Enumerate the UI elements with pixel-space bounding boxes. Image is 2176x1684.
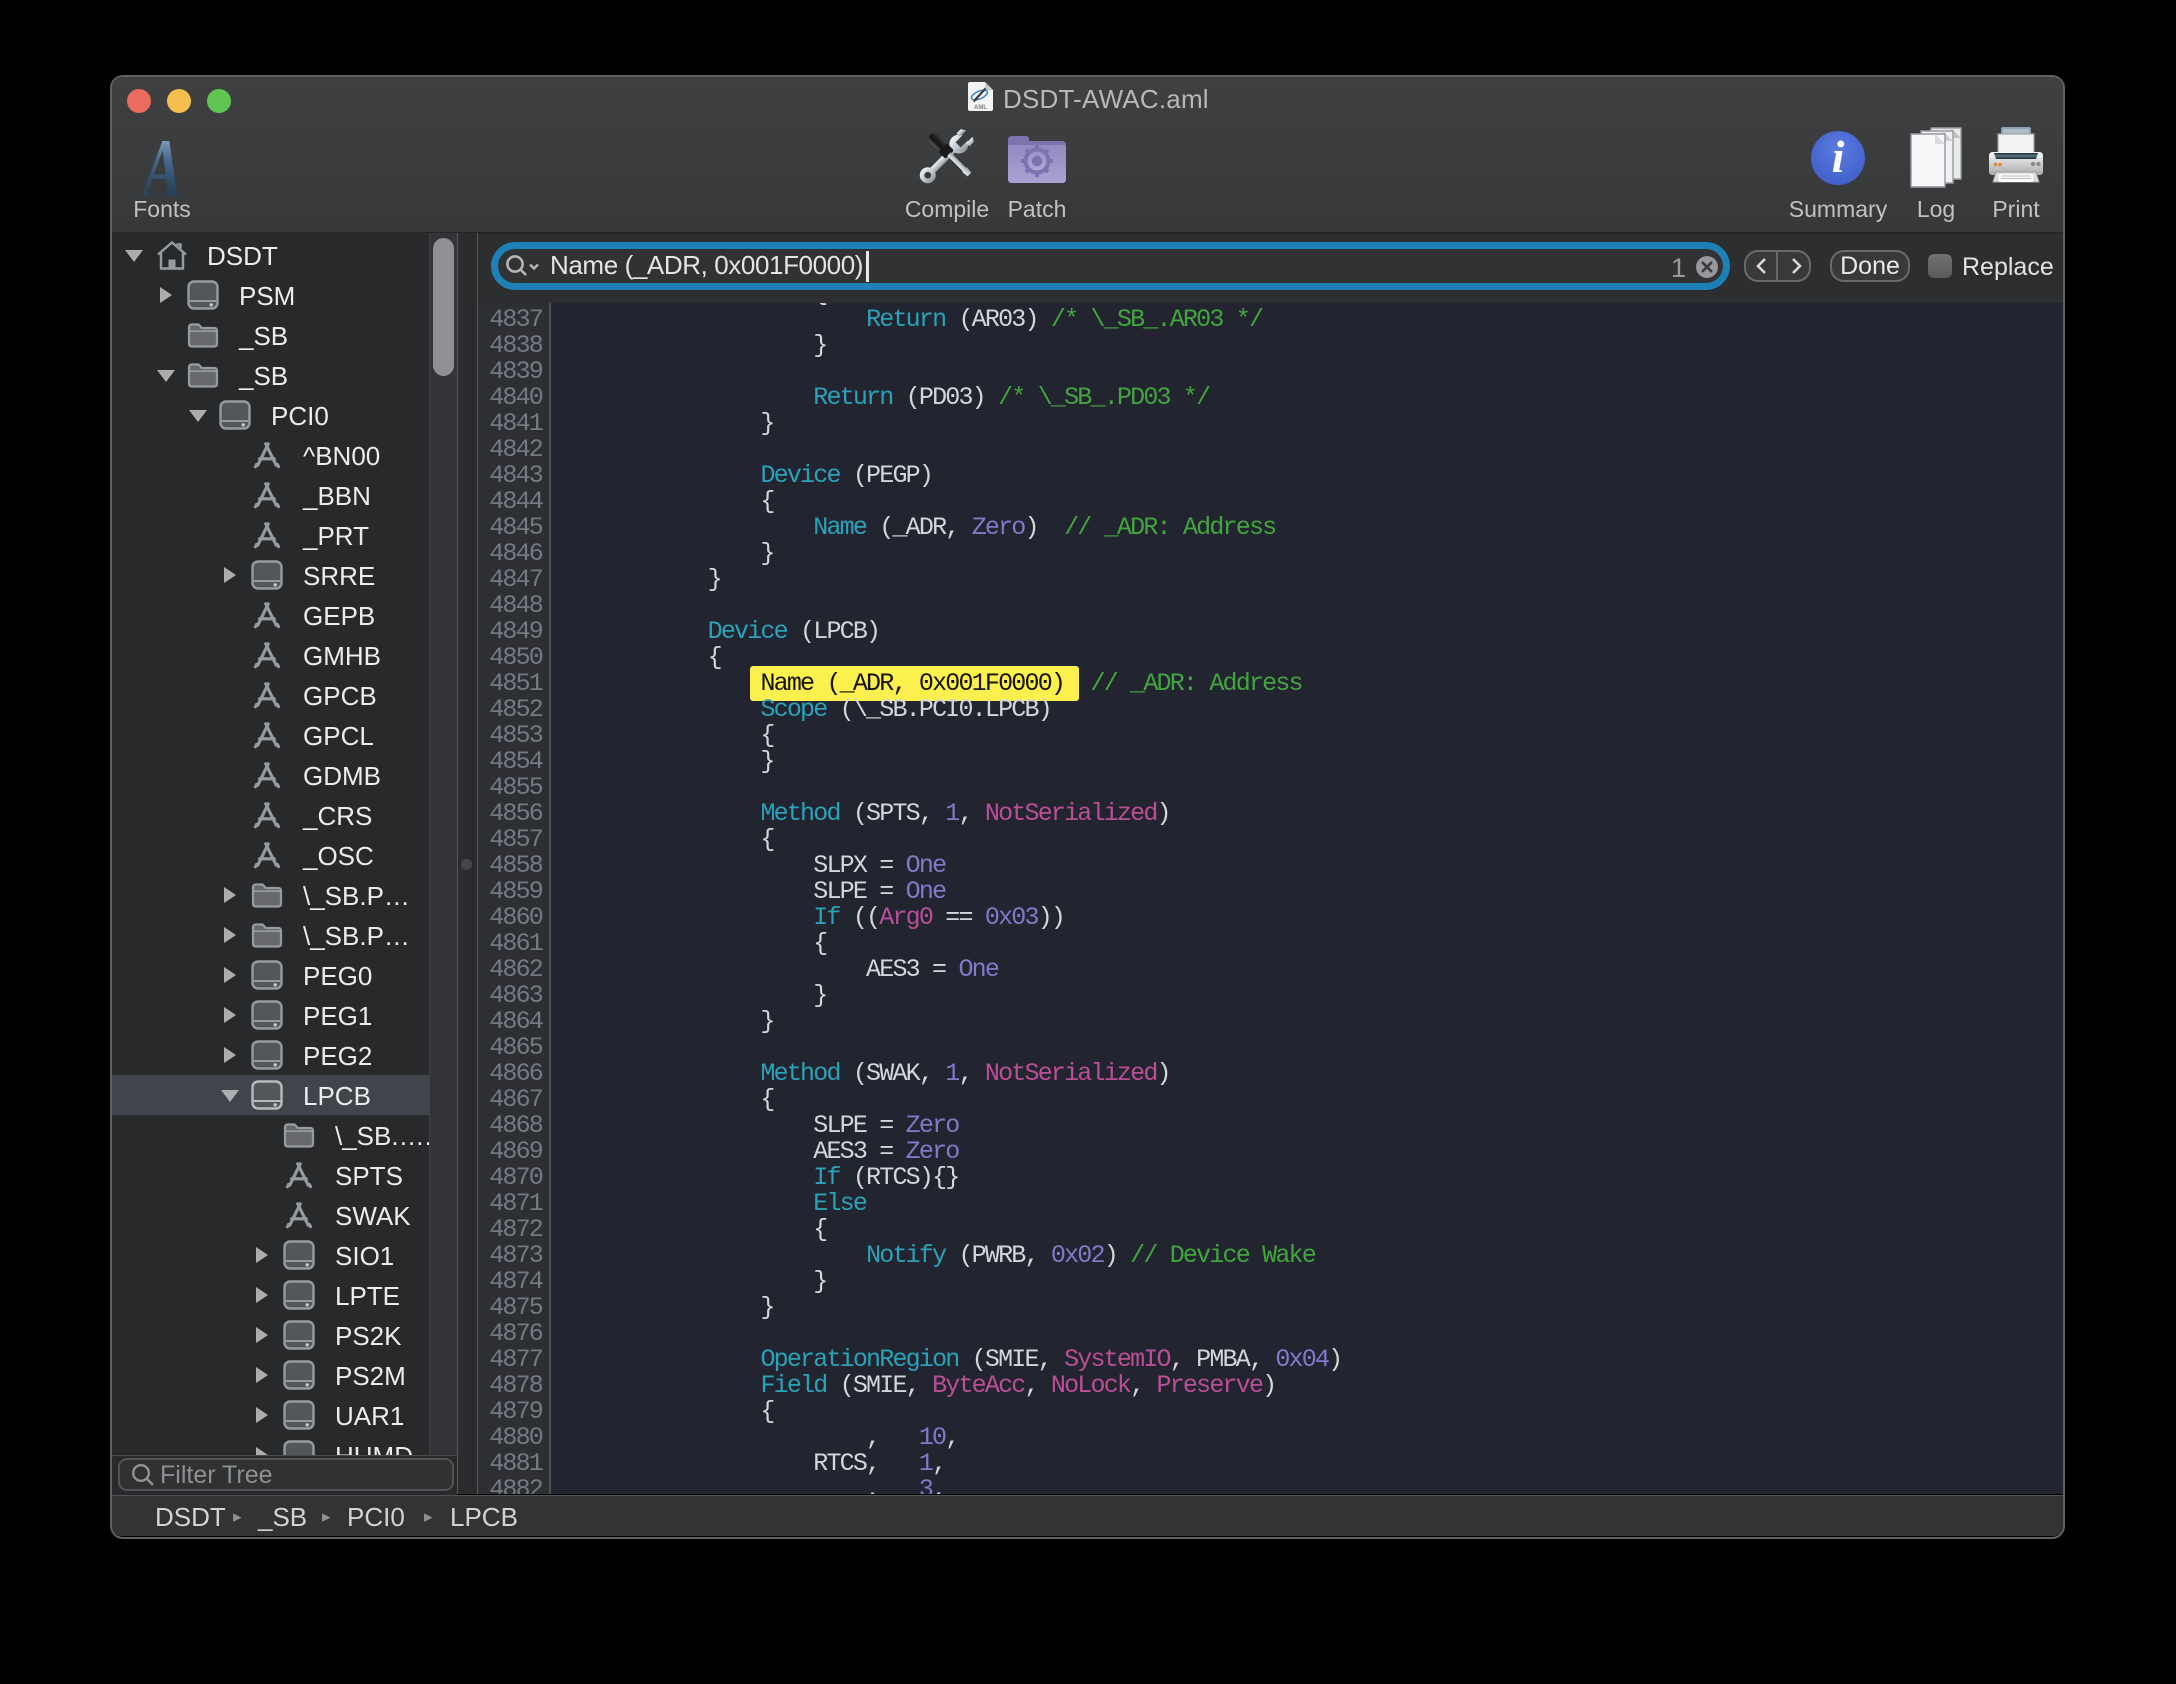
- svg-text:AML: AML: [974, 105, 987, 111]
